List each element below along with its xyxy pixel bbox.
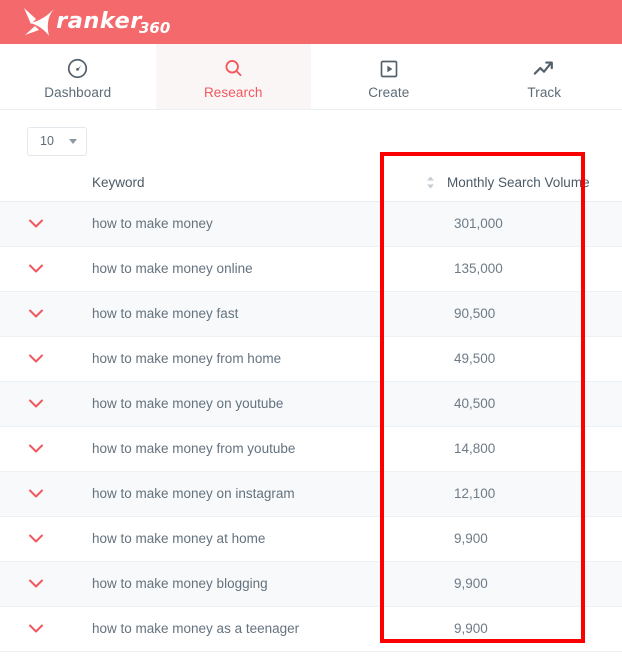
column-header-volume[interactable]: Monthly Search Volume <box>410 165 622 202</box>
row-expander-cell[interactable] <box>0 291 92 337</box>
search-icon <box>223 57 244 81</box>
table-row[interactable]: how to make money fast 90,500 <box>0 291 622 337</box>
table-row[interactable]: how to make money from home 49,500 <box>0 336 622 382</box>
volume-cell: 90,500 <box>410 291 622 337</box>
row-expander-cell[interactable] <box>0 426 92 472</box>
volume-cell: 9,900 <box>410 606 622 652</box>
play-square-icon <box>379 57 399 81</box>
keyword-cell: how to make money from home <box>92 336 410 382</box>
chevron-down-icon <box>69 139 77 144</box>
keyword-cell: how to make money <box>92 201 410 247</box>
volume-cell: 9,900 <box>410 561 622 607</box>
volume-cell: 301,000 <box>410 201 622 247</box>
keywords-table: Keyword Monthly Search Volume how to mak… <box>0 165 622 652</box>
keyword-cell: how to make money at home <box>92 516 410 562</box>
nav-tab-dashboard-label: Dashboard <box>44 84 112 100</box>
keyword-cell: how to make money fast <box>92 291 410 337</box>
column-header-keyword-label: Keyword <box>92 175 145 191</box>
x-mark-icon <box>24 8 54 36</box>
chevron-down-icon[interactable] <box>24 302 48 326</box>
brand-header: ranker 360 <box>0 0 622 44</box>
app-logo[interactable]: ranker 360 <box>22 7 170 37</box>
table-header-row: Keyword Monthly Search Volume <box>0 165 622 202</box>
volume-cell: 9,900 <box>410 516 622 562</box>
chevron-down-icon[interactable] <box>24 437 48 461</box>
chevron-down-icon[interactable] <box>24 212 48 236</box>
nav-tab-dashboard[interactable]: Dashboard <box>0 44 156 109</box>
table-row[interactable]: how to make money at home 9,900 <box>0 516 622 562</box>
row-expander-cell[interactable] <box>0 516 92 562</box>
table-row[interactable]: how to make money from youtube 14,800 <box>0 426 622 472</box>
nav-tab-create-label: Create <box>368 84 410 100</box>
table-row[interactable]: how to make money 301,000 <box>0 201 622 247</box>
table-row[interactable]: how to make money as a teenager 9,900 <box>0 606 622 652</box>
chevron-down-icon[interactable] <box>24 392 48 416</box>
row-expander-cell[interactable] <box>0 606 92 652</box>
chevron-down-icon[interactable] <box>24 617 48 641</box>
row-expander-cell[interactable] <box>0 561 92 607</box>
logo-suffix: 360 <box>138 19 171 37</box>
nav-tab-create[interactable]: Create <box>311 44 467 109</box>
table-head: Keyword Monthly Search Volume <box>0 165 622 202</box>
volume-cell: 135,000 <box>410 246 622 292</box>
column-header-expander <box>0 165 92 202</box>
table-row[interactable]: how to make money on youtube 40,500 <box>0 381 622 427</box>
trending-up-icon <box>533 57 555 81</box>
volume-cell: 49,500 <box>410 336 622 382</box>
logo-wordmark: ranker <box>56 9 142 34</box>
keyword-cell: how to make money as a teenager <box>92 606 410 652</box>
main-navigation: Dashboard Research Create Track <box>0 44 622 110</box>
keyword-cell: how to make money from youtube <box>92 426 410 472</box>
table-row[interactable]: how to make money blogging 9,900 <box>0 561 622 607</box>
row-expander-cell[interactable] <box>0 201 92 247</box>
chevron-down-icon[interactable] <box>24 257 48 281</box>
volume-cell: 12,100 <box>410 471 622 517</box>
keyword-cell: how to make money on instagram <box>92 471 410 517</box>
table-row[interactable]: how to make money online 135,000 <box>0 246 622 292</box>
column-header-volume-label: Monthly Search Volume <box>447 175 590 191</box>
row-expander-cell[interactable] <box>0 246 92 292</box>
keyword-cell: how to make money online <box>92 246 410 292</box>
table-body: how to make money 301,000 how to make mo… <box>0 201 622 652</box>
table-row[interactable]: how to make money on instagram 12,100 <box>0 471 622 517</box>
chevron-down-icon[interactable] <box>24 347 48 371</box>
nav-tab-track[interactable]: Track <box>467 44 622 109</box>
row-expander-cell[interactable] <box>0 471 92 517</box>
nav-tab-track-label: Track <box>527 84 562 100</box>
chevron-down-icon[interactable] <box>24 527 48 551</box>
volume-cell: 40,500 <box>410 381 622 427</box>
page-size-select[interactable]: 10 <box>27 127 87 156</box>
chevron-down-icon[interactable] <box>24 572 48 596</box>
keywords-table-wrap: Keyword Monthly Search Volume how to mak… <box>0 165 622 652</box>
keyword-cell: how to make money on youtube <box>92 381 410 427</box>
keyword-cell: how to make money blogging <box>92 561 410 607</box>
volume-cell: 14,800 <box>410 426 622 472</box>
row-expander-cell[interactable] <box>0 381 92 427</box>
table-toolbar: 10 <box>0 110 622 157</box>
sort-updown-icon[interactable] <box>426 176 435 189</box>
chevron-down-icon[interactable] <box>24 482 48 506</box>
column-header-keyword[interactable]: Keyword <box>92 165 410 202</box>
row-expander-cell[interactable] <box>0 336 92 382</box>
nav-tab-research-label: Research <box>203 84 263 100</box>
nav-tab-research[interactable]: Research <box>155 44 311 109</box>
page-size-value: 10 <box>40 134 54 149</box>
gauge-icon <box>67 57 88 81</box>
